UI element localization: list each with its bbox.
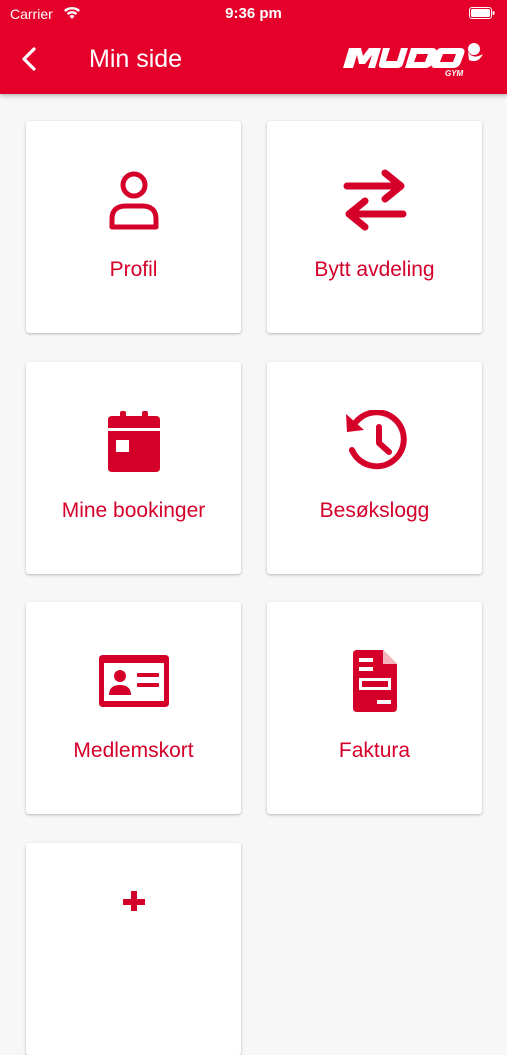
menu-card-label: Besøkslogg — [319, 499, 430, 522]
navigation-bar: Min side GYM — [0, 30, 507, 90]
menu-card-besokslogg[interactable]: Besøkslogg — [267, 362, 482, 574]
page-title: Min side — [89, 45, 183, 73]
member-card-icon — [98, 655, 169, 707]
menu-card-profil[interactable]: Profil — [26, 121, 241, 333]
menu-card-label: Medlemskort — [73, 739, 194, 762]
menu-card-bytt-avdeling[interactable]: Bytt avdeling — [267, 121, 482, 333]
menu-card-mine-bookinger[interactable]: Mine bookinger — [26, 362, 241, 574]
invoice-icon — [352, 650, 397, 712]
person-icon — [109, 171, 158, 230]
back-button[interactable] — [12, 42, 46, 76]
battery-icon — [469, 7, 495, 19]
menu-card-partial[interactable] — [26, 843, 241, 1055]
swap-arrows-icon — [343, 169, 406, 231]
menu-card-label: Profil — [109, 258, 158, 281]
top-bar: Carrier 9:36 pm Min side GYM — [0, 0, 507, 94]
status-time: 9:36 pm — [225, 5, 282, 22]
menu-card-label: Faktura — [338, 739, 411, 762]
svg-text:GYM: GYM — [445, 69, 464, 78]
partial-icon — [122, 891, 145, 911]
history-icon — [345, 410, 407, 470]
menu-card-faktura[interactable]: Faktura — [267, 602, 482, 814]
menu-card-medlemskort[interactable]: Medlemskort — [26, 602, 241, 814]
menu-card-label: Bytt avdeling — [314, 258, 435, 281]
mudo-gym-logo: GYM — [343, 43, 483, 78]
calendar-icon — [107, 411, 160, 472]
status-bar: Carrier 9:36 pm — [0, 0, 507, 28]
chevron-left-icon — [22, 47, 36, 71]
menu-card-label: Mine bookinger — [61, 499, 206, 522]
